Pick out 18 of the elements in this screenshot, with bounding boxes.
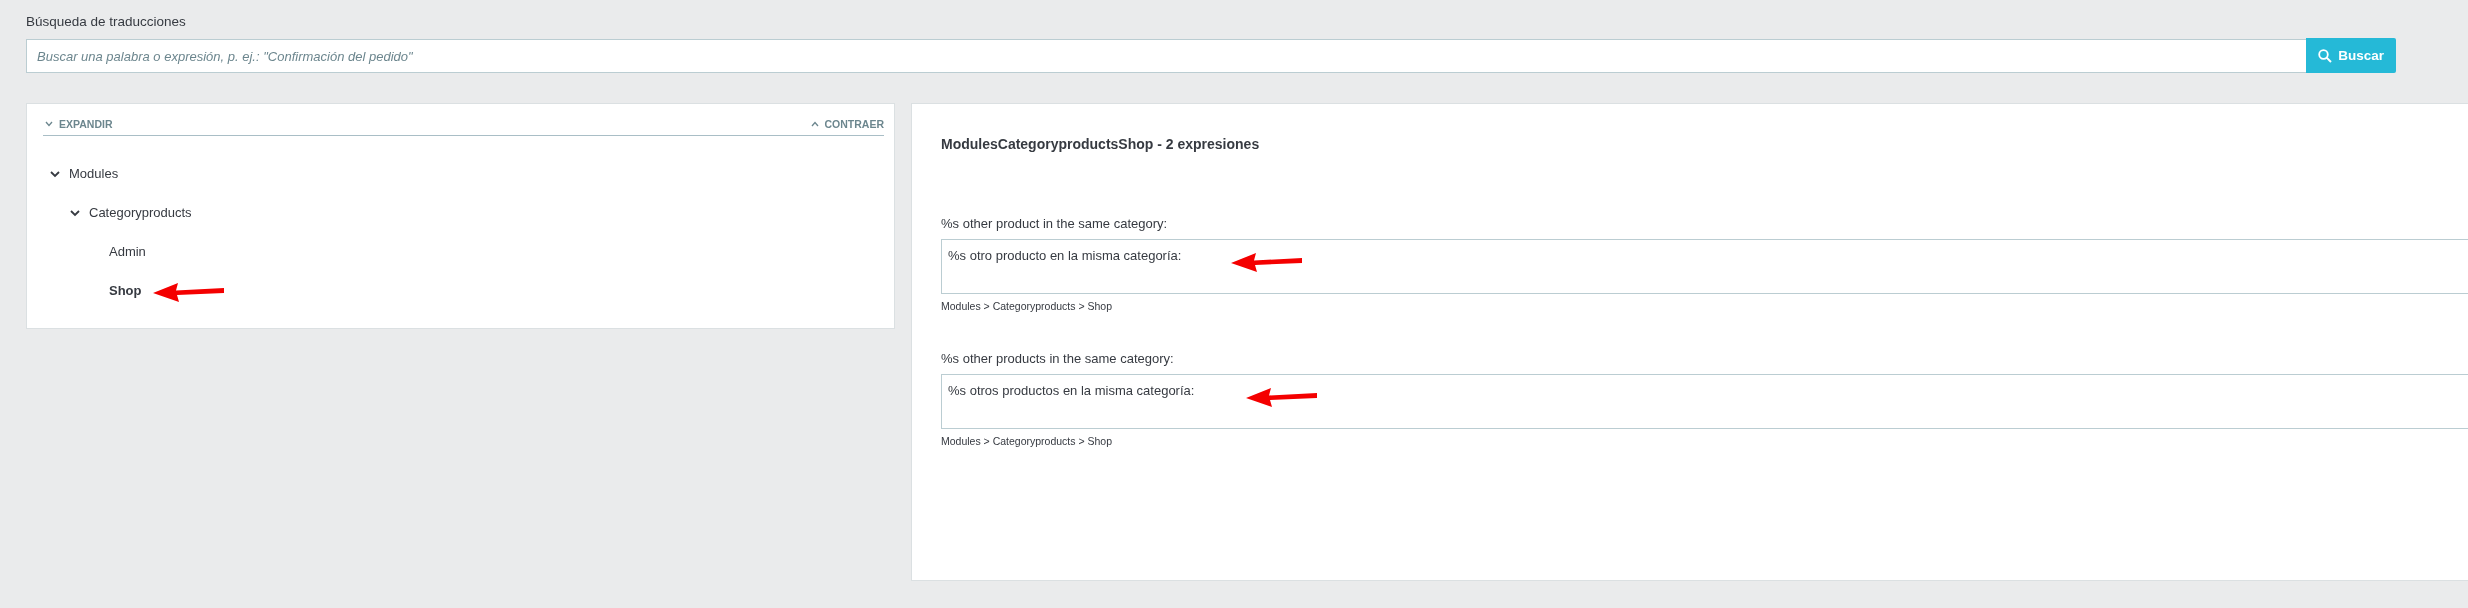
translation-field[interactable]: %s otros productos en la misma categoría: (941, 374, 2468, 429)
collapse-button[interactable]: CONTRAER (808, 118, 884, 130)
editor-title: ModulesCategoryproductsShop - 2 expresiones (941, 136, 1260, 152)
tree-item[interactable]: Modules (69, 166, 119, 181)
search-title: Búsqueda de traducciones (26, 14, 186, 29)
tree-item[interactable]: Categoryproducts (89, 205, 192, 220)
chevron-up-icon (810, 121, 819, 127)
breadcrumb: Modules > Categoryproducts > Shop (941, 300, 1113, 312)
tree-item[interactable]: Admin (109, 244, 146, 259)
source-text: %s other product in the same category: (941, 216, 1168, 231)
search-icon (2318, 48, 2333, 63)
chevron-down-icon (45, 121, 53, 127)
search-field[interactable]: Buscar una palabra o expresión, p. ej.: "Confirmación del pedido" (26, 39, 2307, 73)
translation-field[interactable]: %s otro producto en la misma categoría: (941, 239, 2468, 294)
expand-button[interactable]: EXPANDIR (43, 118, 113, 130)
source-text: %s other products in the same category: (941, 351, 1174, 366)
tree-item[interactable]: Shop (109, 283, 142, 298)
breadcrumb: Modules > Categoryproducts > Shop (941, 435, 1113, 447)
